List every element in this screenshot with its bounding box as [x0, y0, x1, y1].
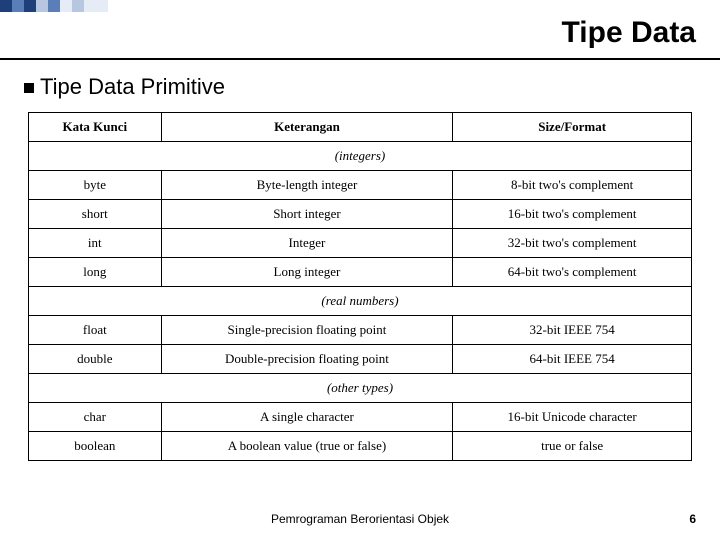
cell-description: Single-precision floating point: [161, 316, 453, 345]
table-row: intInteger32-bit two's complement: [29, 229, 692, 258]
cell-keyword: boolean: [29, 432, 162, 461]
title-underline: [0, 58, 720, 60]
slide-title: Tipe Data: [562, 16, 697, 50]
cell-keyword: short: [29, 200, 162, 229]
group-label: (other types): [29, 374, 692, 403]
cell-size: 16-bit Unicode character: [453, 403, 692, 432]
cell-keyword: float: [29, 316, 162, 345]
cell-size: 8-bit two's complement: [453, 171, 692, 200]
section-heading: Tipe Data Primitive: [24, 74, 225, 100]
page-number: 6: [689, 512, 696, 526]
table-row: longLong integer64-bit two's complement: [29, 258, 692, 287]
table-header-row: Kata Kunci Keterangan Size/Format: [29, 113, 692, 142]
cell-size: 32-bit two's complement: [453, 229, 692, 258]
subtitle-text: Tipe Data Primitive: [40, 74, 225, 99]
table-row: byteByte-length integer8-bit two's compl…: [29, 171, 692, 200]
cell-description: Double-precision floating point: [161, 345, 453, 374]
cell-description: A boolean value (true or false): [161, 432, 453, 461]
cell-description: Byte-length integer: [161, 171, 453, 200]
group-label: (integers): [29, 142, 692, 171]
cell-size: true or false: [453, 432, 692, 461]
top-decoration: [0, 0, 108, 12]
cell-size: 16-bit two's complement: [453, 200, 692, 229]
table-row: doubleDouble-precision floating point64-…: [29, 345, 692, 374]
header-size-format: Size/Format: [453, 113, 692, 142]
cell-description: A single character: [161, 403, 453, 432]
data-types-table: Kata Kunci Keterangan Size/Format (integ…: [28, 112, 692, 461]
cell-description: Short integer: [161, 200, 453, 229]
table-row: charA single character16-bit Unicode cha…: [29, 403, 692, 432]
table-row: floatSingle-precision floating point32-b…: [29, 316, 692, 345]
cell-size: 32-bit IEEE 754: [453, 316, 692, 345]
cell-size: 64-bit two's complement: [453, 258, 692, 287]
header-keterangan: Keterangan: [161, 113, 453, 142]
cell-keyword: double: [29, 345, 162, 374]
cell-keyword: byte: [29, 171, 162, 200]
group-row: (integers): [29, 142, 692, 171]
cell-description: Long integer: [161, 258, 453, 287]
cell-size: 64-bit IEEE 754: [453, 345, 692, 374]
group-label: (real numbers): [29, 287, 692, 316]
group-row: (other types): [29, 374, 692, 403]
table-row: shortShort integer16-bit two's complemen…: [29, 200, 692, 229]
header-kata-kunci: Kata Kunci: [29, 113, 162, 142]
cell-keyword: char: [29, 403, 162, 432]
table-row: booleanA boolean value (true or false)tr…: [29, 432, 692, 461]
footer-text: Pemrograman Berorientasi Objek: [0, 512, 720, 526]
bullet-icon: [24, 83, 34, 93]
cell-keyword: int: [29, 229, 162, 258]
cell-keyword: long: [29, 258, 162, 287]
cell-description: Integer: [161, 229, 453, 258]
group-row: (real numbers): [29, 287, 692, 316]
